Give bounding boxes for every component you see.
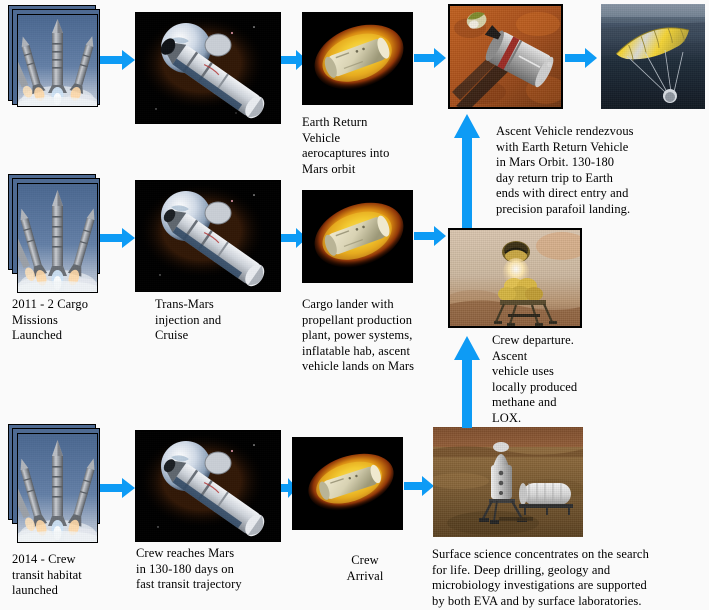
earth-return-vehicle-aerocapture-photo[interactable] (302, 12, 413, 105)
crew-arrival-aerocapture-photo[interactable] (292, 437, 403, 530)
caption-crew-launch: 2014 - Crew transit habitat launched (12, 552, 82, 597)
ascent-vehicle-liftoff-photo[interactable] (448, 228, 582, 328)
arrow-surface-to-ascent (452, 332, 482, 428)
caption-crew-arrival: Crew Arrival (346, 553, 384, 583)
arrow-crew-arrival-to-surface (404, 475, 435, 497)
caption-cargo-launch: 2011 - 2 Cargo Missions Launched (12, 297, 89, 342)
arrow-cargo-launch-to-cruise (100, 49, 136, 71)
caption-surface-science: Surface science concentrates on the sear… (432, 547, 649, 608)
arrow-cargo-launch2-to-cruise2 (100, 227, 136, 249)
caption-earth-return-aerocapture: Earth Return Vehicle aerocaptures into M… (302, 115, 390, 176)
caption-ascent-rendezvous: Ascent Vehicle rendezvous with Earth Ret… (496, 124, 634, 216)
mars-orbit-rendezvous-photo[interactable] (448, 4, 563, 109)
arrow-ascent-to-orbit (452, 110, 482, 228)
rocket-launch-photo[interactable] (17, 14, 98, 107)
caption-crew-departure: Crew departure. Ascent vehicle uses loca… (492, 333, 578, 425)
caption-trans-mars: Trans-Mars injection and Cruise (155, 297, 222, 342)
rocket-launch-photo[interactable] (17, 183, 98, 293)
arrow-orbit-to-parafoil (565, 47, 598, 69)
mars-mission-diagram: Earth Return Vehicle aerocaptures into M… (0, 0, 709, 610)
crew-habitat-launch-photo[interactable] (17, 433, 98, 543)
caption-cargo-lander: Cargo lander with propellant production … (302, 297, 415, 373)
arrow-erv-aerocapture-to-orbit (414, 47, 447, 69)
trans-mars-cruise-photo[interactable] (135, 12, 281, 124)
cargo-lander-aerocapture-photo[interactable] (302, 190, 413, 283)
crew-transit-cruise-photo[interactable] (135, 430, 281, 542)
mars-surface-base-photo[interactable] (433, 427, 583, 537)
cargo-cruise-photo[interactable] (135, 180, 281, 292)
arrow-cargo-aerocapture-to-ascent (414, 225, 447, 247)
parafoil-landing-photo[interactable] (601, 4, 705, 109)
arrow-crew-launch-to-cruise (100, 477, 136, 499)
caption-crew-transit: Crew reaches Mars in 130-180 days on fas… (136, 546, 242, 591)
